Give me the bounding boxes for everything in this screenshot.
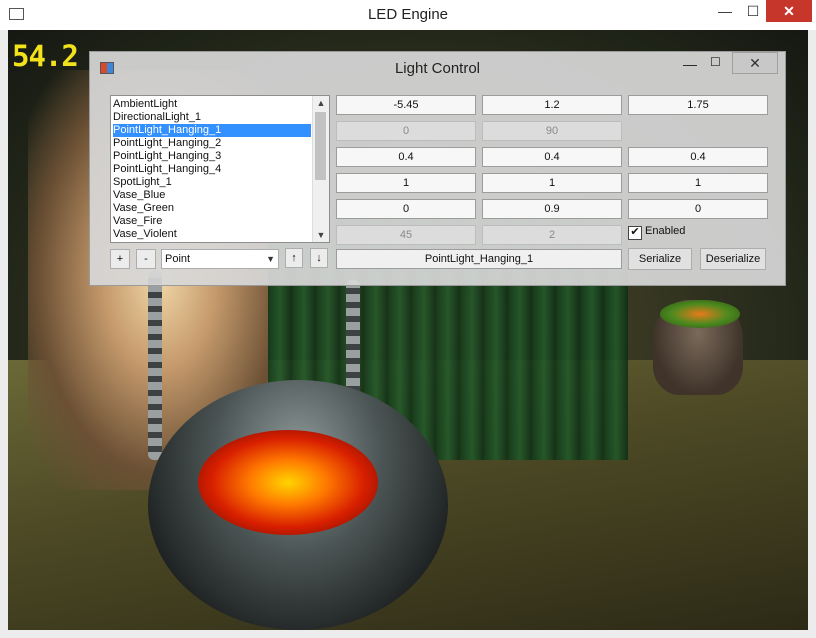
color-g-field[interactable]: 0.4 [482, 147, 622, 167]
chevron-down-icon: ▼ [266, 254, 275, 264]
list-item[interactable]: SpotLight_1 [113, 176, 311, 189]
scroll-down-arrow-icon[interactable]: ▼ [313, 228, 329, 242]
attenuation-c-field[interactable]: 1 [628, 173, 768, 193]
position-z-field[interactable]: 1.75 [628, 95, 768, 115]
remove-light-button[interactable]: - [136, 249, 156, 269]
position-y-field[interactable]: 1.2 [482, 95, 622, 115]
param-b-field[interactable]: 0.9 [482, 199, 622, 219]
list-item[interactable]: PointLight_Hanging_4 [113, 163, 311, 176]
enabled-label: Enabled [645, 225, 686, 237]
list-item-selected[interactable]: PointLight_Hanging_1 [113, 124, 311, 137]
position-x-field[interactable]: -5.45 [336, 95, 476, 115]
list-item[interactable]: Vase_Blue [113, 189, 311, 202]
light-type-select[interactable]: Point ▼ [161, 249, 279, 269]
dialog-title: Light Control [394, 60, 481, 77]
light-control-dialog: Light Control — ☐ ✕ AmbientLight Directi… [89, 51, 786, 286]
light-name-field[interactable]: PointLight_Hanging_1 [336, 249, 622, 269]
list-item[interactable]: PointLight_Hanging_2 [113, 137, 311, 150]
list-item[interactable]: Vase_Violent [113, 228, 311, 241]
vase-flowers [660, 300, 740, 328]
chain-left [148, 270, 162, 460]
spot-angle-field: 45 [336, 225, 476, 245]
list-item[interactable]: DirectionalLight_1 [113, 111, 311, 124]
enabled-checkbox[interactable]: ✔ [628, 226, 642, 240]
color-b-field[interactable]: 0.4 [628, 147, 768, 167]
direction-a-field: 0 [336, 121, 476, 141]
dialog-close-button[interactable]: ✕ [732, 52, 778, 74]
window-title: LED Engine [367, 6, 449, 23]
list-item[interactable]: PointLight_Hanging_3 [113, 150, 311, 163]
color-r-field[interactable]: 0.4 [336, 147, 476, 167]
close-button[interactable]: ✕ [766, 0, 812, 22]
move-up-button[interactable]: ↑ [285, 248, 303, 268]
move-down-button[interactable]: ↓ [310, 248, 328, 268]
window-titlebar: LED Engine — ☐ ✕ [0, 0, 816, 31]
add-light-button[interactable]: + [110, 249, 130, 269]
window-frame-bottom [0, 630, 816, 638]
list-item[interactable]: Vase_Green [113, 202, 311, 215]
fps-counter: 54.2 [12, 39, 79, 73]
serialize-button[interactable]: Serialize [628, 248, 692, 270]
chain-right [346, 280, 360, 400]
dialog-titlebar[interactable]: Light Control — ☐ ✕ [90, 52, 785, 82]
window-frame-left [0, 30, 8, 638]
direction-b-field: 90 [482, 121, 622, 141]
dialog-maximize-button[interactable]: ☐ [710, 55, 726, 69]
list-item[interactable]: Vase_Fire [113, 215, 311, 228]
param-c-field[interactable]: 0 [628, 199, 768, 219]
light-type-value: Point [165, 253, 191, 265]
list-scrollbar[interactable]: ▲ ▼ [312, 96, 329, 242]
brazier-fire [198, 430, 378, 535]
scroll-thumb[interactable] [315, 112, 326, 180]
light-list[interactable]: AmbientLight DirectionalLight_1 PointLig… [110, 95, 330, 243]
dialog-minimize-button[interactable]: — [683, 56, 699, 72]
maximize-button[interactable]: ☐ [740, 0, 766, 22]
deserialize-button[interactable]: Deserialize [700, 248, 766, 270]
minimize-button[interactable]: — [712, 0, 738, 22]
scroll-up-arrow-icon[interactable]: ▲ [313, 96, 329, 110]
attenuation-a-field[interactable]: 1 [336, 173, 476, 193]
spot-exponent-field: 2 [482, 225, 622, 245]
attenuation-b-field[interactable]: 1 [482, 173, 622, 193]
param-a-field[interactable]: 0 [336, 199, 476, 219]
window-frame-right [808, 30, 816, 638]
list-item[interactable]: AmbientLight [113, 98, 311, 111]
